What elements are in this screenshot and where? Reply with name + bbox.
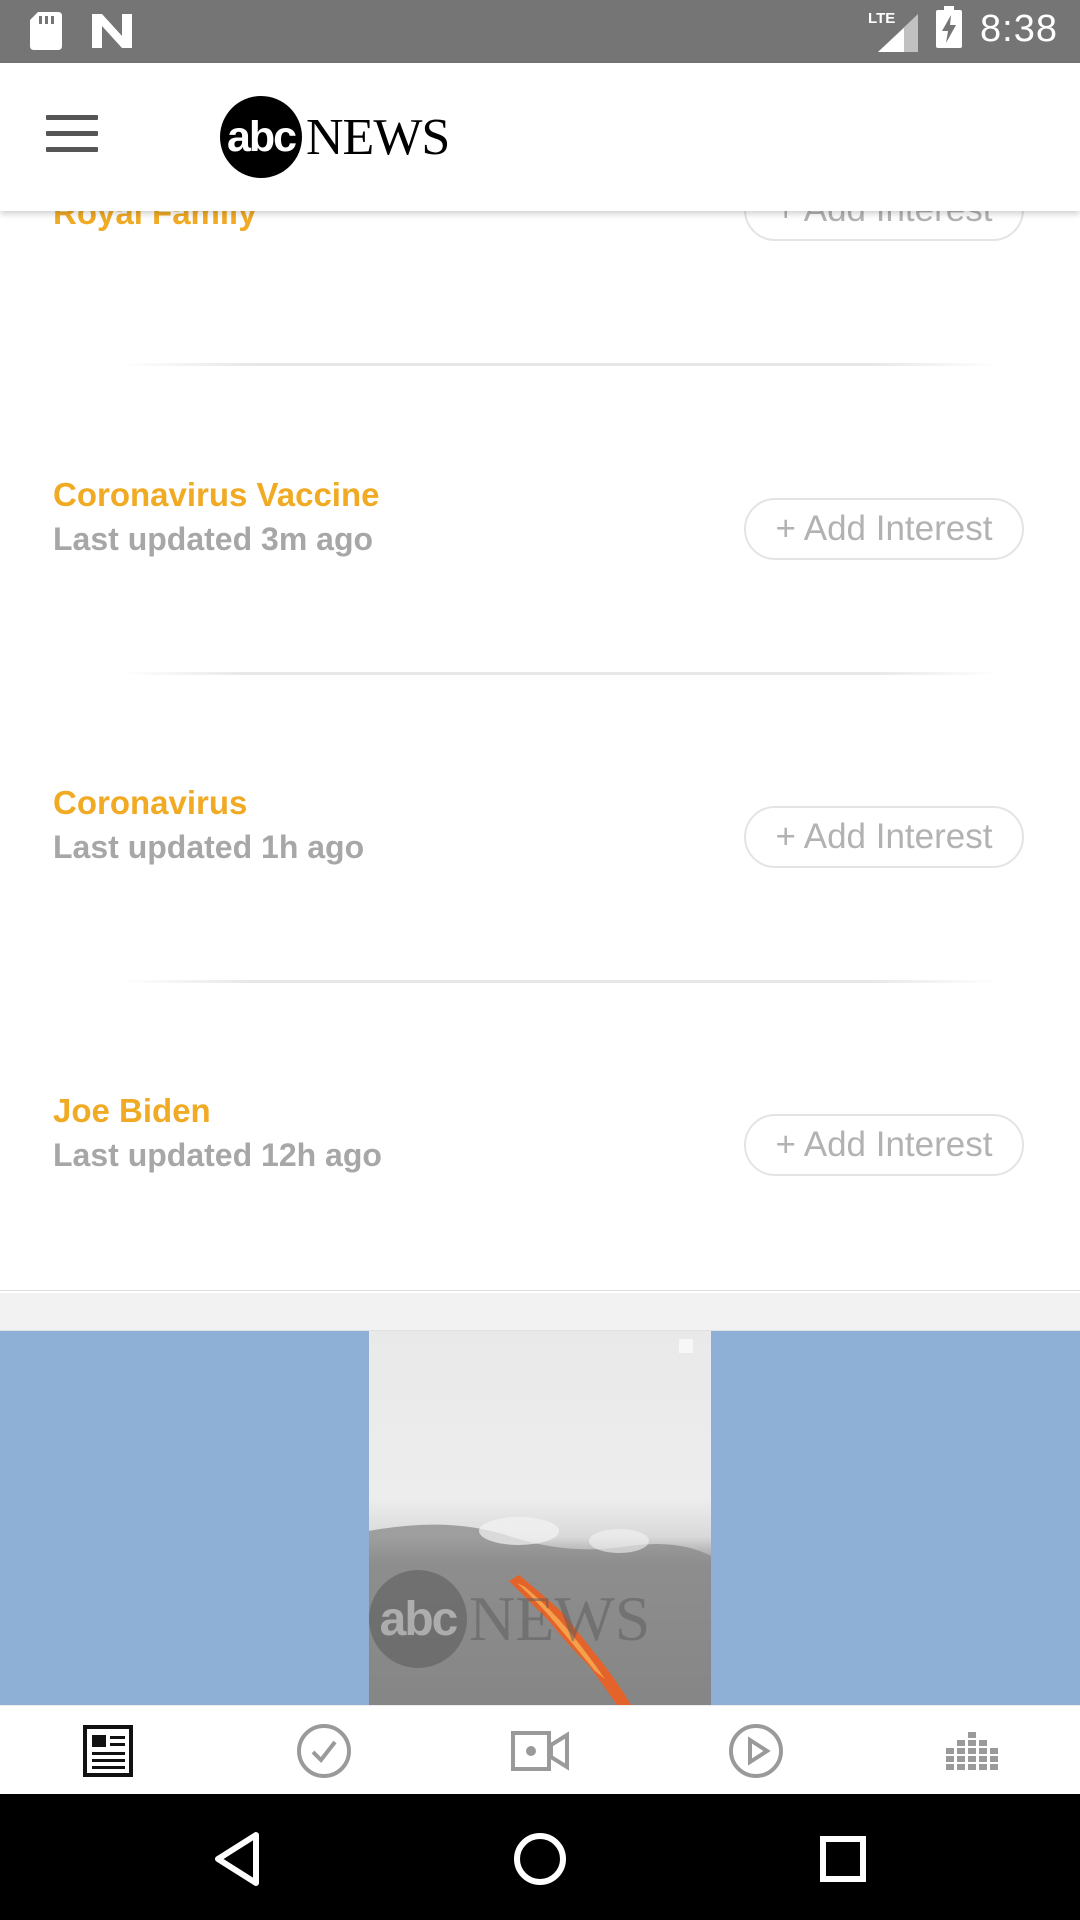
- interest-title: Coronavirus: [53, 784, 248, 821]
- system-nav-bar: [0, 1794, 1080, 1920]
- hamburger-menu-icon[interactable]: [46, 115, 98, 155]
- abc-news-logo[interactable]: abc NEWS: [220, 95, 450, 179]
- interest-title: Royal Family: [53, 211, 257, 231]
- divider: [120, 672, 1000, 675]
- battery-charging-icon: [936, 6, 963, 53]
- interest-title: Joe Biden: [53, 1092, 211, 1129]
- home-button[interactable]: [505, 1824, 575, 1894]
- lte-signal-icon: LTE: [868, 8, 919, 52]
- video-watermark: abc NEWS: [369, 1569, 711, 1669]
- tab-check[interactable]: [216, 1706, 432, 1795]
- n-notification-icon: [92, 14, 132, 53]
- add-interest-button[interactable]: + Add Interest: [744, 1114, 1024, 1176]
- add-interest-button[interactable]: + Add Interest: [744, 498, 1024, 560]
- bottom-nav: [0, 1705, 1080, 1795]
- divider: [0, 1290, 1080, 1291]
- divider: [120, 363, 1000, 366]
- status-time: 8:38: [980, 8, 1058, 50]
- video-camera-icon: [511, 1730, 569, 1771]
- interest-updated: Last updated 1h ago: [53, 829, 365, 865]
- tab-video[interactable]: [432, 1706, 648, 1795]
- back-icon: [215, 1832, 259, 1886]
- tab-play[interactable]: [648, 1706, 864, 1795]
- play-circle-icon: [729, 1723, 783, 1778]
- app-header: abc NEWS: [0, 63, 1080, 211]
- interest-updated: Last updated 12h ago: [53, 1137, 382, 1173]
- interest-title: Coronavirus Vaccine: [53, 476, 380, 513]
- home-icon: [514, 1833, 566, 1885]
- add-interest-button[interactable]: + Add Interest: [744, 211, 1024, 241]
- news-feed-icon: [83, 1724, 133, 1777]
- sd-card-icon: [30, 12, 62, 55]
- status-bar: LTE 8:38: [0, 0, 1080, 63]
- tab-news[interactable]: [0, 1706, 216, 1795]
- logo-abc: abc: [220, 96, 302, 178]
- audio-bars-icon: [946, 1731, 998, 1770]
- interest-updated: Last updated 3m ago: [53, 521, 374, 557]
- recents-icon: [820, 1836, 866, 1882]
- video-thumbnail[interactable]: abc NEWS: [369, 1331, 711, 1705]
- back-button[interactable]: [202, 1824, 272, 1894]
- check-circle-icon: [297, 1723, 351, 1778]
- section-separator: [0, 1293, 1080, 1332]
- interests-list[interactable]: Royal Family + Add Interest Coronavirus …: [0, 211, 1080, 1291]
- add-interest-button[interactable]: + Add Interest: [744, 806, 1024, 868]
- recents-button[interactable]: [808, 1824, 878, 1894]
- logo-news: NEWS: [306, 108, 450, 166]
- tab-audio[interactable]: [864, 1706, 1080, 1795]
- video-player[interactable]: abc NEWS: [0, 1331, 1080, 1705]
- divider: [120, 980, 1000, 983]
